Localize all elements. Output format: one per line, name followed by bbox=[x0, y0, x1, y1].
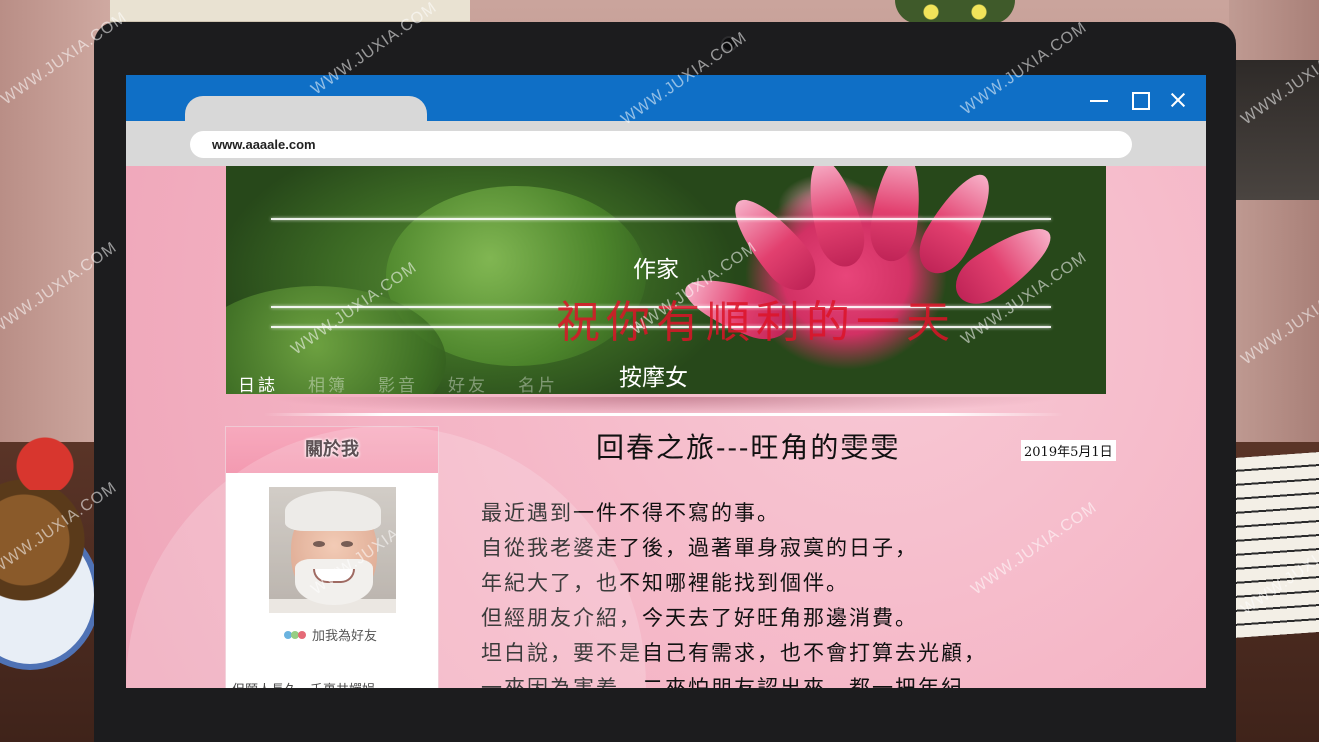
avatar-beard bbox=[295, 559, 373, 605]
about-motto: 但願人長久，千裏共嬋娟。 bbox=[232, 679, 388, 688]
banner-line bbox=[271, 218, 1051, 220]
about-me-panel: 關於我 加我為好友 但願人長久，千裏共嬋娟。 bbox=[225, 426, 439, 688]
post-line: 最近遇到一件不得不寫的事。 bbox=[481, 501, 780, 525]
shelf bbox=[110, 0, 470, 24]
author-name: 按摩女 bbox=[619, 365, 688, 391]
post-body: 最近遇到一件不得不寫的事。 自從我老婆走了後，過著單身寂寞的日子， 年紀大了，也… bbox=[481, 496, 1161, 688]
kiwi-fruit bbox=[0, 470, 90, 610]
blog-banner: 祝你有順利的一天 作家 按摩女 日誌 相簿 影音 好友 名片 bbox=[226, 166, 1106, 394]
lotus-petal bbox=[866, 166, 928, 265]
avatar bbox=[269, 487, 396, 613]
nav-item-card[interactable]: 名片 bbox=[518, 371, 558, 394]
nav-item-friends[interactable]: 好友 bbox=[448, 371, 488, 394]
add-friend-label: 加我為好友 bbox=[312, 629, 378, 644]
nav-item-album[interactable]: 相簿 bbox=[308, 371, 348, 394]
flower-pot bbox=[895, 0, 1015, 24]
avatar-eye bbox=[313, 541, 325, 547]
newspaper bbox=[1234, 452, 1319, 638]
post-line: 自從我老婆走了後，過著單身寂寞的日子， bbox=[481, 536, 918, 560]
blog-nav: 日誌 相簿 影音 好友 名片 bbox=[238, 371, 558, 394]
post-title: 回春之旅---旺角的雯雯 bbox=[596, 431, 901, 464]
post-line: 年紀大了，也不知哪裡能找到個伴。 bbox=[481, 571, 849, 595]
avatar-hair bbox=[285, 491, 381, 531]
blog-page: 祝你有順利的一天 作家 按摩女 日誌 相簿 影音 好友 名片 關於我 加我為好友… bbox=[126, 166, 1206, 688]
browser-window: www.aaaale.com 祝你有順利的一天 作家 按摩女 日誌 相簿 影音 … bbox=[126, 75, 1206, 688]
post-line: 坦白說，要不是自己有需求，也不會打算去光顧， bbox=[481, 641, 987, 665]
maximize-icon[interactable] bbox=[1129, 89, 1151, 111]
post-line: 但經朋友介紹，今天去了好旺角那邊消費。 bbox=[481, 606, 918, 630]
about-me-heading: 關於我 bbox=[226, 427, 438, 473]
lamp bbox=[1229, 60, 1319, 200]
writer-label: 作家 bbox=[633, 257, 679, 283]
title-bar bbox=[126, 75, 1206, 132]
minimize-icon[interactable] bbox=[1088, 89, 1110, 111]
nav-item-media[interactable]: 影音 bbox=[378, 371, 418, 394]
address-bar[interactable]: www.aaaale.com bbox=[190, 131, 1132, 158]
add-friend-link[interactable]: 加我為好友 bbox=[284, 625, 377, 644]
add-friend-icon bbox=[284, 629, 308, 641]
post-date: 2019年5月1日 bbox=[1021, 440, 1116, 461]
nav-item-journal[interactable]: 日誌 bbox=[238, 371, 278, 394]
divider bbox=[264, 413, 1064, 416]
close-icon[interactable] bbox=[1167, 89, 1189, 111]
toolbar: www.aaaale.com bbox=[126, 121, 1206, 166]
avatar-face bbox=[291, 499, 377, 603]
strawberry bbox=[0, 430, 90, 490]
avatar-smile bbox=[313, 569, 355, 583]
post-line: 一來因為害羞，二來怕朋友認出來，都一把年紀， bbox=[481, 676, 987, 688]
avatar-eye bbox=[341, 541, 353, 547]
blog-tagline: 祝你有順利的一天 bbox=[556, 297, 956, 348]
webcam-icon bbox=[721, 36, 737, 52]
avatar-shirt bbox=[269, 599, 396, 613]
